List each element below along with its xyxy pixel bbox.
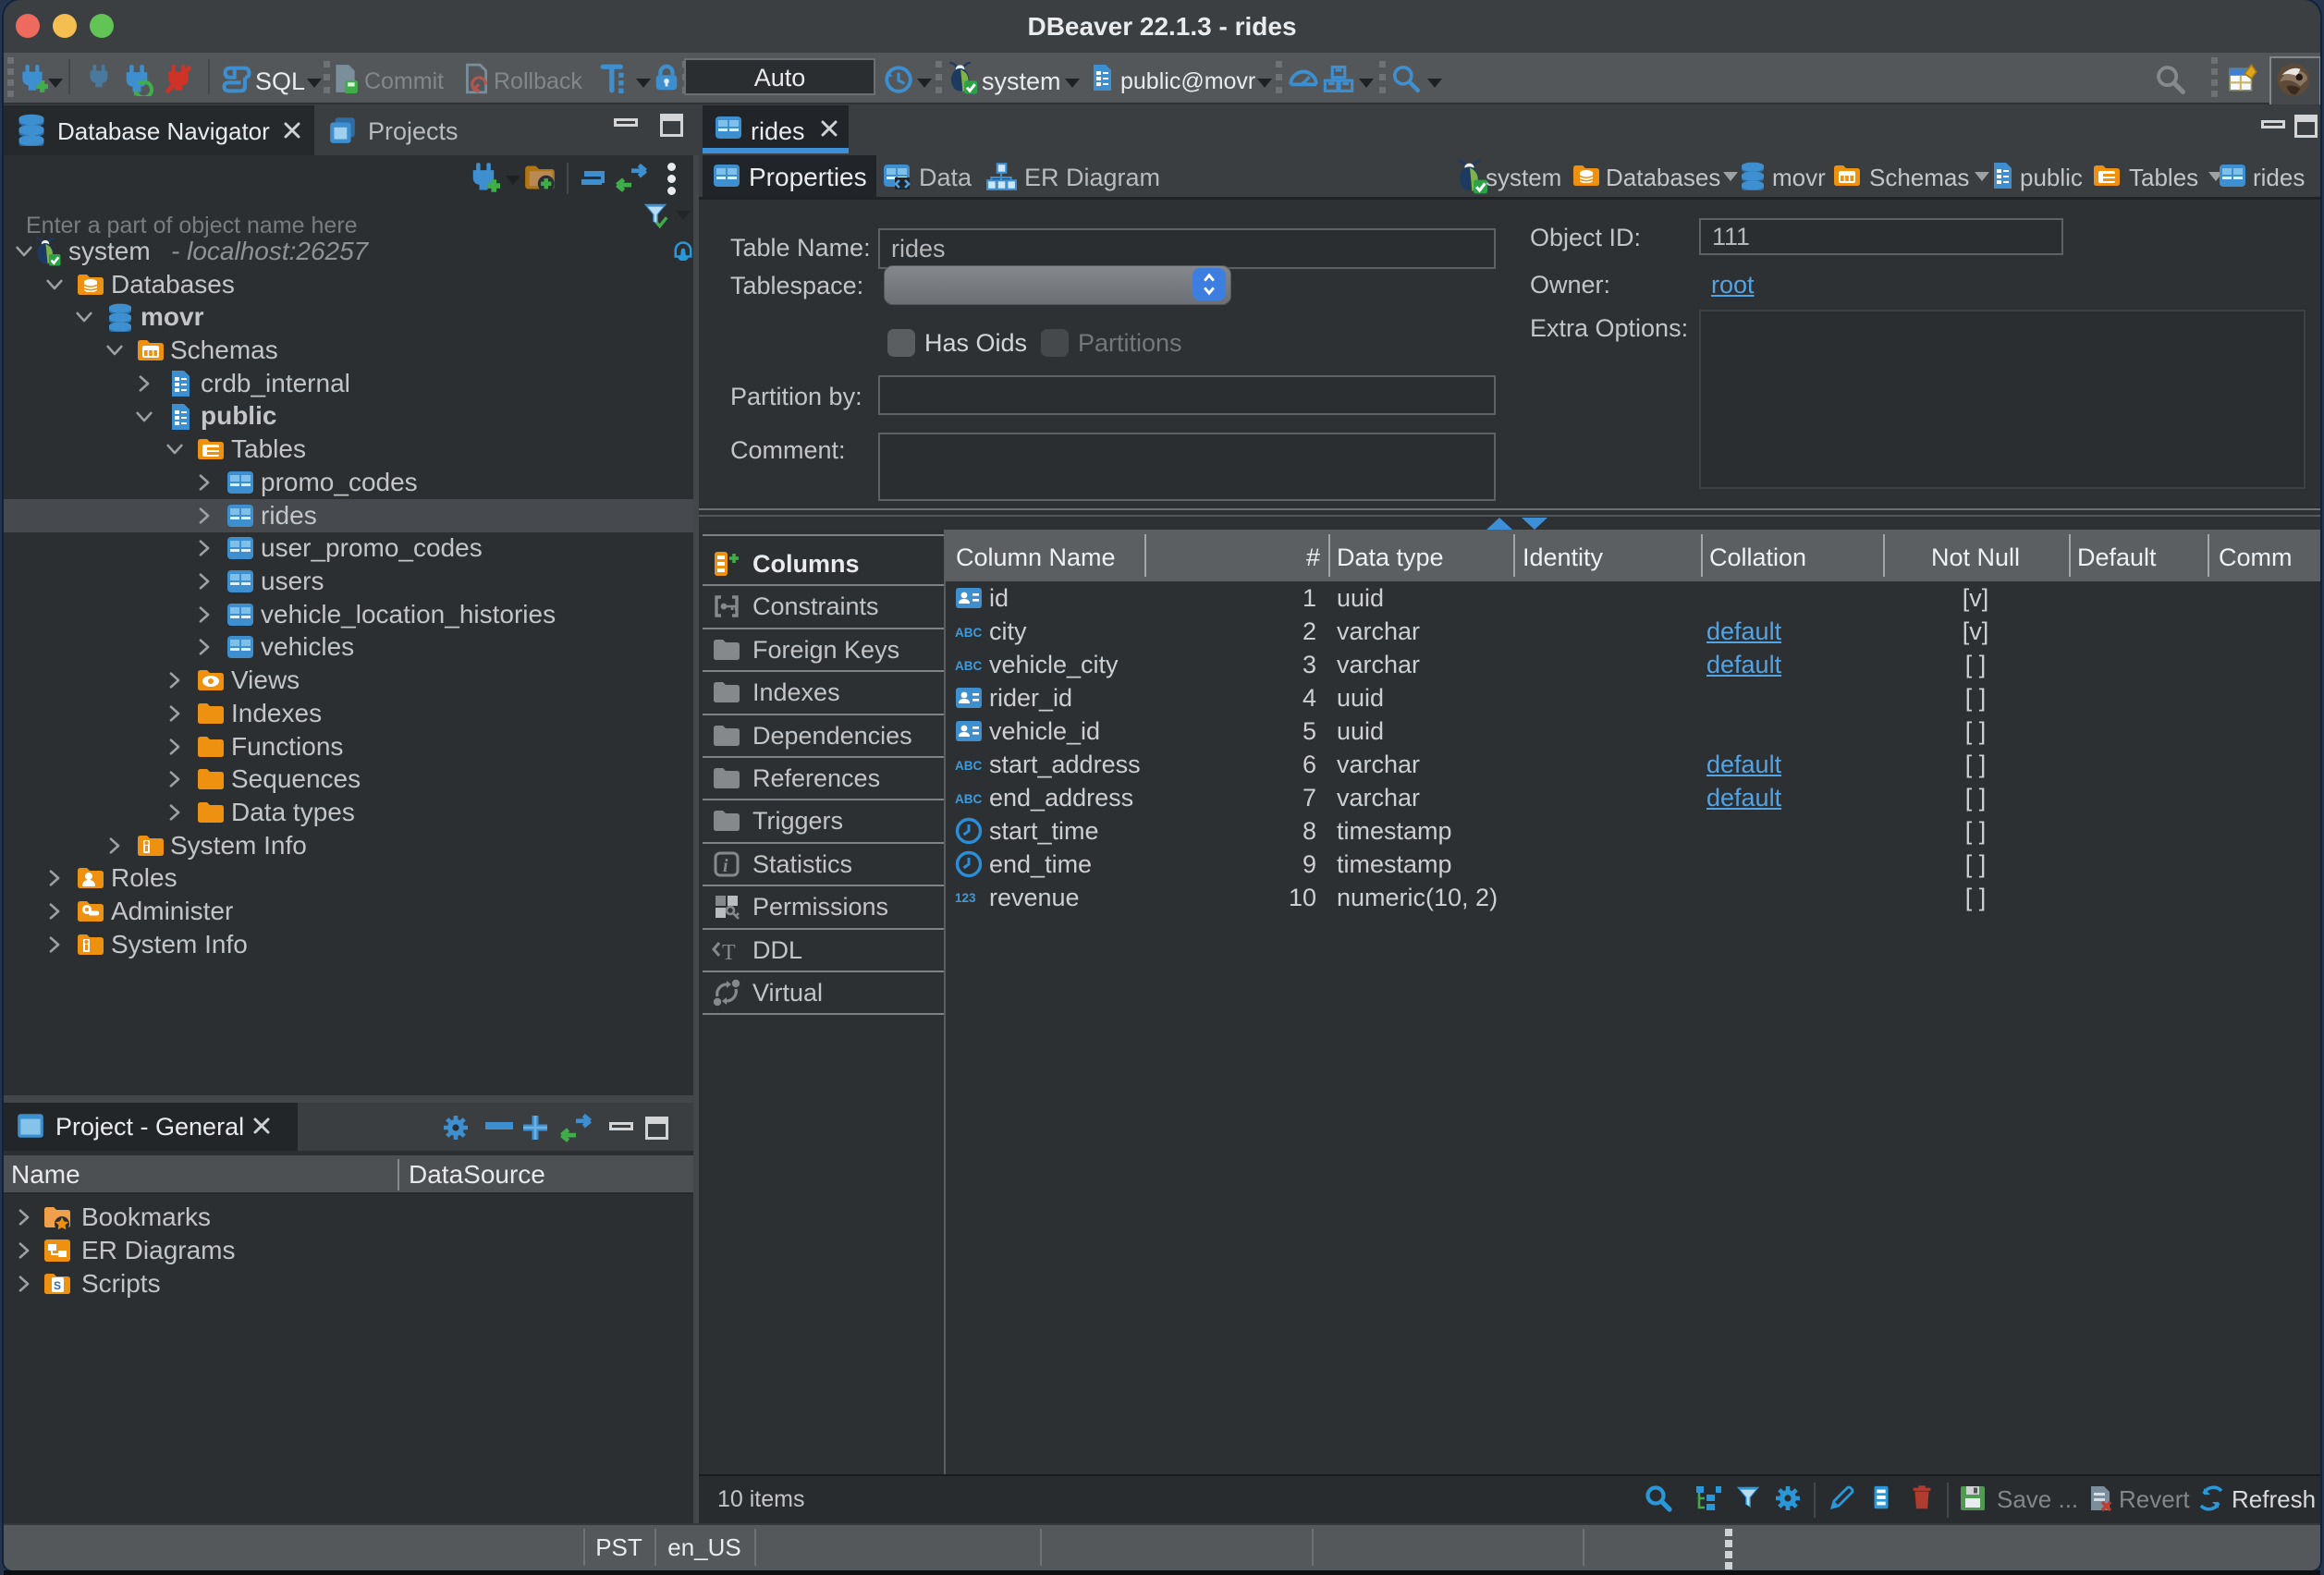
svg-text:123: 123 xyxy=(955,891,976,905)
svg-text:ABC: ABC xyxy=(955,626,982,640)
svg-text:ABC: ABC xyxy=(955,659,982,673)
svg-text:i: i xyxy=(723,856,728,876)
svg-text:ABC: ABC xyxy=(955,759,982,773)
svg-text:T: T xyxy=(722,941,736,965)
svg-text:S: S xyxy=(54,1279,61,1292)
svg-text:ABC: ABC xyxy=(955,792,982,806)
